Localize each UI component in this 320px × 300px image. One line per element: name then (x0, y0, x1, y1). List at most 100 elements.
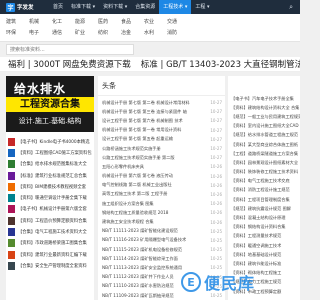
headline-row[interactable]: 机械设计手册 第七版 第一卷 常用设计资料 10-27 (98, 126, 225, 135)
list-item-title: 【资料】消防工程设计施工规范 (231, 187, 290, 193)
list-item-title: 【电子书】机械设计手册第六版全套 (18, 207, 87, 213)
headline-row[interactable]: NB/T 11115-2023 煤矿机电设备检修规范 10-25 (98, 245, 225, 254)
list-item[interactable]: 【标准】建筑行业标准规范汇总合集 (6, 170, 94, 181)
headline-row[interactable]: 机械设计手册 第六版 第七卷 液压传动 10-26 (98, 172, 225, 181)
headline-row[interactable]: 建筑施工安全技术规程 合集 10-26 (98, 217, 225, 226)
list-item-title: 【资料】钢结构设计资料合集 (231, 224, 286, 230)
list-item[interactable]: 【资料】暖通空调施工技术 (228, 241, 300, 250)
headline-row[interactable]: 电气控制线路 第二版 机械工业出版社 10-26 (98, 181, 225, 190)
nav-item-engineering[interactable]: 工程 ▾ (191, 0, 213, 14)
list-item[interactable]: 【合集】安全生产管理制度全套资料 (6, 260, 94, 271)
category-link[interactable]: 冶金 (121, 29, 144, 36)
headline-title: 机械设计手册 第六版 第七卷 液压传动 (102, 173, 173, 179)
headline-row[interactable]: NB/T 11114-2023 煤矿智能综采工作面 10-25 (98, 254, 225, 263)
category-link[interactable]: 机械 (29, 18, 52, 25)
list-item-title: 【资料】园林景观设计图纸素材大全 (231, 159, 299, 165)
headline-row[interactable]: 钢结构工程施工质量验收规范 2018 10-26 (98, 208, 225, 217)
headline-link[interactable]: 标准 | GB/T 13403-2023 大直径钢制管法兰 (141, 58, 300, 70)
category-link[interactable]: 建筑 (6, 18, 29, 25)
list-item[interactable]: 【资料】暖通空调设计手册全集下载 (6, 192, 94, 203)
headline-row[interactable]: 机械设计手册 第七版 第二卷 机械设计常用材料 10-27 (98, 98, 225, 107)
nav-item-standards[interactable]: 标准下载 ▾ (67, 0, 99, 14)
list-item[interactable]: 【资料】电气工程施工技术交底 (228, 177, 300, 186)
search-input[interactable] (7, 45, 133, 54)
list-item[interactable]: 【资料】建筑结构设计资料大全 合集 (228, 103, 300, 112)
category-link[interactable]: 水利 (144, 29, 167, 36)
list-item[interactable]: 【规范】建筑抗震设计规范 图解 (228, 204, 300, 213)
list-item[interactable]: 【资料】工程造价预算定额资料合集 (6, 215, 94, 226)
headline-title: 机械设计手册 第七版 第一卷 常用设计资料 (102, 127, 182, 133)
list-item[interactable]: 【资料】某大型商业综合体施工图纸 (228, 140, 300, 149)
category-link[interactable]: 农业 (144, 18, 167, 25)
headline-row[interactable]: NB/T 11116-2023 矿用隔爆型电气设备技术 10-25 (98, 236, 225, 245)
headline-row[interactable]: 公路桥涵施工技术规范实施手册 10-27 (98, 144, 225, 153)
list-item[interactable]: 【资料】室内设计施工图纸大全CAD (228, 122, 300, 131)
category-link[interactable]: 能源 (75, 18, 98, 25)
list-item[interactable]: 【资料】装饰装修工程施工技术资料 (228, 168, 300, 177)
list-item[interactable]: 【资料】园林景观设计图纸素材大全 (228, 158, 300, 167)
category-link[interactable]: 交通 (167, 18, 190, 25)
list-item[interactable]: 【电子书】Kindle电子书4000本精选 (6, 136, 94, 147)
headline-row[interactable]: NB/T 11111-2023 煤矿智能化建设规范 10-25 (98, 227, 225, 236)
list-item[interactable]: 【电子书】汽车电子技术手册全集 (228, 94, 300, 103)
list-item[interactable]: 【工程】道路桥梁隧道施工方案合集 (228, 149, 300, 158)
list-item-title: 【资料】工程图纸CAD施工方案资料包 (18, 150, 92, 156)
headline-link[interactable]: 福利 | 3000T 网盘免费资源下载 (8, 58, 131, 70)
list-item[interactable]: 【资料】工程图纸CAD施工方案资料包 (6, 147, 94, 158)
category-link[interactable]: 通信 (52, 29, 75, 36)
nav-item-engineering-tech[interactable]: 工程技术 ▾ (159, 0, 192, 14)
category-link[interactable]: 纺织 (98, 29, 121, 36)
list-item[interactable]: 【资料】BIM建模技术教程视频全套 (6, 181, 94, 192)
promo-banner[interactable]: 给水排水 工程资源合集 设计.施工.基础.结构 (6, 76, 94, 132)
book-cover-icon (8, 137, 15, 146)
book-cover-icon (8, 194, 15, 203)
headline-row[interactable]: 高等工程施工技术 第二版 工程手册 10-26 (98, 190, 225, 199)
category-link[interactable]: 矿业 (75, 29, 98, 36)
category-link[interactable]: 医药 (98, 18, 121, 25)
nav-item-home[interactable]: 首页 (49, 0, 67, 14)
list-item[interactable]: 【资料】混凝土结构设计原理 (228, 213, 300, 222)
category-link[interactable]: 食品 (121, 18, 144, 25)
nav-item-collections[interactable]: 合集资源 (131, 0, 159, 14)
headline-date: 10-26 (210, 201, 222, 207)
list-item[interactable]: 【资料】工程测量技术规范 (228, 232, 300, 241)
headline-row[interactable]: 施工组织设计方案合集 图集 10-26 (98, 199, 225, 208)
list-item[interactable]: 【资料】地基基础设计规范 (228, 250, 300, 259)
list-item[interactable]: 【资料】建筑行业最新资料汇编下载 (6, 249, 94, 260)
list-item-title: 【资料】BIM建模技术教程视频全套 (18, 184, 87, 190)
headline-title: NB/T 11116-2023 矿用隔爆型电气设备技术 (102, 237, 187, 243)
category-link[interactable]: 化工 (52, 18, 75, 25)
banner-tagline: 设计.施工.基础.结构 (18, 117, 82, 125)
list-item[interactable]: 【合集】电气工程施工技术资料大全 (6, 226, 94, 237)
list-item[interactable]: 【规范】给水排水管道工程施工规范 (228, 131, 300, 140)
nav-item-materials[interactable]: 资料下载 ▾ (99, 0, 131, 14)
category-link[interactable]: 电子 (29, 29, 52, 36)
list-item-title: 【资料】建筑行业最新资料汇编下载 (18, 252, 87, 258)
headline-row[interactable]: 设计工程手册 第七版 第六卷 机械制图 技术 10-27 (98, 116, 225, 125)
headline-row[interactable]: 机械设计手册 第七版 第三卷 连接与紧固件 轴 10-27 (98, 107, 225, 116)
site-logo[interactable]: 字 字发发 (6, 2, 42, 12)
headline-row[interactable]: 五阳心形零件机床夹具 10-26 (98, 162, 225, 171)
headline-title: NB/T 11115-2023 煤矿机电设备检修规范 (102, 246, 183, 252)
list-item[interactable]: 【规范】一般工业与民用建筑工程规范 (228, 112, 300, 121)
list-item[interactable]: 【资料】工程项目管理制度合集 (228, 195, 300, 204)
headline-row[interactable]: 设计工程手册 第七版 第五卷 起重运输 10-27 (98, 135, 225, 144)
headline-title: NB/T 11114-2023 煤矿智能综采工作面 (102, 255, 178, 261)
search-icon[interactable]: ⌕ (289, 3, 293, 12)
list-item[interactable]: 【合集】给水排水规范图集标准大全 (6, 159, 94, 170)
category-link[interactable]: 消防 (167, 29, 190, 36)
list-item[interactable]: 【电子书】机械设计手册第六版全套 (6, 204, 94, 215)
headline-date: 10-26 (210, 173, 222, 179)
headline-row[interactable]: 公路工程施工技术规范实施手册 第二版 10-27 (98, 153, 225, 162)
list-item[interactable]: 【资料】市政道路桥梁施工图集合集 (6, 238, 94, 249)
headline-title: 公路工程施工技术规范实施手册 第二版 (102, 154, 175, 160)
list-item-title: 【资料】建筑节能设计标准 (231, 260, 282, 266)
list-item[interactable]: 【资料】消防工程设计施工规范 (228, 186, 300, 195)
category-link[interactable]: 环保 (6, 29, 29, 36)
headline-title: 高等工程施工技术 第二版 工程手册 (102, 191, 168, 197)
headline-date: 10-27 (210, 109, 222, 115)
headline-ticker: 福利 | 3000T 网盘免费资源下载 标准 | GB/T 13403-2023… (0, 57, 300, 72)
list-item[interactable]: 【资料】钢结构设计资料合集 (228, 223, 300, 232)
headline-title: 设计工程手册 第七版 第五卷 起重运输 (102, 136, 173, 142)
list-item-title: 【电子书】汽车电子技术手册全集 (231, 95, 294, 101)
